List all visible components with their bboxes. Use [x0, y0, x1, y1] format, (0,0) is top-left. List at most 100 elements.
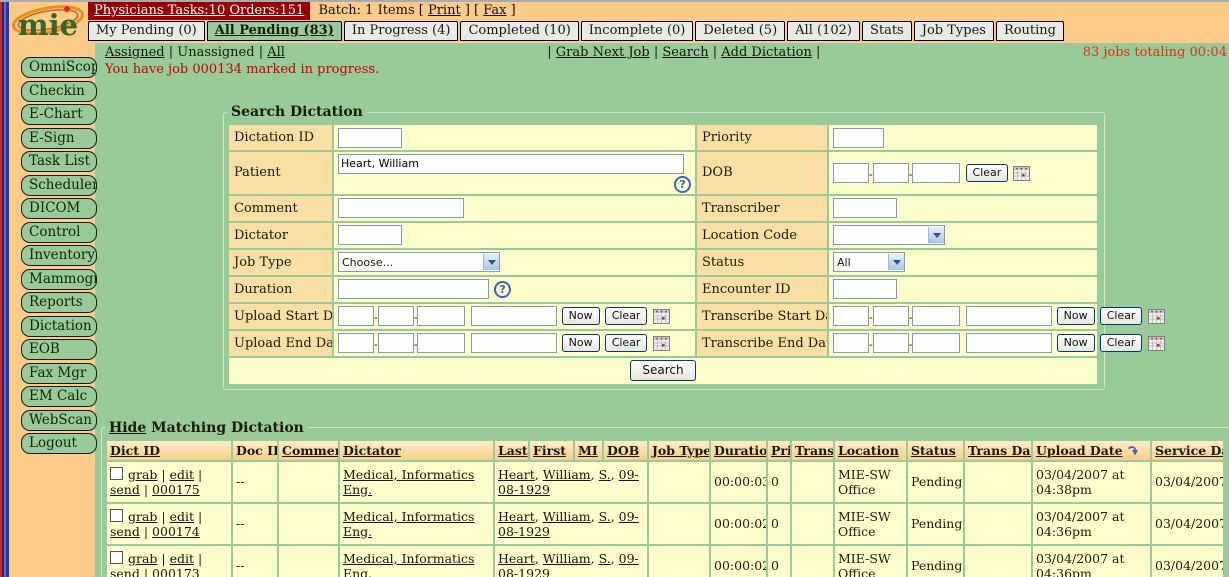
- upload-start-time-input[interactable]: [471, 306, 557, 326]
- upload-end-time-input[interactable]: [471, 333, 557, 353]
- transcribe-end-time-input[interactable]: [966, 333, 1052, 353]
- transcribe-start-now-button[interactable]: Now: [1057, 307, 1095, 325]
- sidebar-item-webscan[interactable]: WebScan: [21, 410, 97, 431]
- sidebar-item-task-list[interactable]: Task List: [21, 151, 97, 172]
- sidebar-item-dicom[interactable]: DICOM: [21, 198, 97, 219]
- upload-start-now-button[interactable]: Now: [562, 307, 600, 325]
- print-link[interactable]: Print: [428, 3, 461, 18]
- job-type-select[interactable]: Choose...: [338, 252, 500, 272]
- patient-last-link[interactable]: Heart: [498, 467, 535, 482]
- upload-start-month-input[interactable]: [338, 306, 374, 326]
- tab-completed-10[interactable]: Completed (10): [460, 21, 578, 41]
- column-header-pri[interactable]: Pri: [768, 441, 790, 460]
- sidebar-item-omniscope[interactable]: OmniScope: [21, 57, 97, 78]
- dict-id-link[interactable]: 000173: [152, 566, 200, 577]
- sidebar-item-fax-mgr[interactable]: Fax Mgr: [21, 363, 97, 384]
- sidebar-item-mammogra[interactable]: Mammogra: [21, 269, 97, 290]
- dictator-input[interactable]: [338, 225, 402, 245]
- row-select-checkbox[interactable]: [110, 509, 123, 522]
- column-header-job-type[interactable]: Job Type: [649, 441, 709, 460]
- sidebar-item-control[interactable]: Control: [21, 222, 97, 243]
- column-header-dob[interactable]: DOB: [604, 441, 647, 460]
- column-header-mi[interactable]: MI: [575, 441, 602, 460]
- row-select-checkbox[interactable]: [110, 551, 123, 564]
- transcribe-start-time-input[interactable]: [966, 306, 1052, 326]
- row-action-send[interactable]: send: [110, 566, 140, 577]
- row-action-send[interactable]: send: [110, 524, 140, 539]
- status-select[interactable]: All: [833, 252, 905, 272]
- column-header-comment[interactable]: Comment: [279, 441, 338, 460]
- column-header-service-date[interactable]: Service Date: [1152, 441, 1223, 460]
- column-header-status[interactable]: Status: [908, 441, 963, 460]
- sidebar-item-inventory[interactable]: Inventory: [21, 245, 97, 266]
- sidebar-item-eob[interactable]: EOB: [21, 339, 97, 360]
- upload-end-month-input[interactable]: [338, 333, 374, 353]
- patient-mi-link[interactable]: S.: [599, 551, 611, 566]
- dictator-link[interactable]: Medical, Informatics Eng.: [343, 467, 474, 497]
- row-action-edit[interactable]: edit: [170, 467, 194, 482]
- upload-start-day-input[interactable]: [378, 306, 414, 326]
- column-header-dictator[interactable]: Dictator: [340, 441, 493, 460]
- upload-end-year-input[interactable]: [417, 333, 465, 353]
- tab-my-pending-0[interactable]: My Pending (0): [88, 21, 205, 41]
- column-header-duration[interactable]: Duration: [711, 441, 766, 460]
- dict-id-link[interactable]: 000175: [152, 482, 200, 497]
- transcribe-start-clear-button[interactable]: Clear: [1100, 307, 1143, 325]
- tab-all-pending-83[interactable]: All Pending (83): [207, 21, 342, 41]
- duration-help-icon[interactable]: ?: [494, 281, 511, 298]
- encounter-id-input[interactable]: [833, 279, 897, 299]
- row-select-checkbox[interactable]: [110, 467, 123, 480]
- row-action-edit[interactable]: edit: [170, 509, 194, 524]
- transcribe-start-calendar-icon[interactable]: [1148, 309, 1165, 324]
- dob-day-input[interactable]: [873, 163, 909, 183]
- dictator-link[interactable]: Medical, Informatics Eng.: [343, 551, 474, 577]
- physicians-tasks-link[interactable]: Physicians Tasks:10: [94, 3, 225, 18]
- patient-mi-link[interactable]: S.: [599, 467, 611, 482]
- dob-calendar-icon[interactable]: [1013, 166, 1030, 181]
- add-dictation-link[interactable]: Add Dictation: [721, 45, 812, 60]
- sort-descending-icon[interactable]: [1127, 445, 1138, 456]
- column-header-dict-id[interactable]: Dict ID: [107, 441, 231, 460]
- dictation-id-input[interactable]: [338, 128, 402, 148]
- patient-help-icon[interactable]: ?: [674, 176, 691, 193]
- comment-input[interactable]: [338, 198, 464, 218]
- duration-input[interactable]: [338, 279, 489, 299]
- sidebar-item-checkin[interactable]: Checkin: [21, 81, 97, 102]
- sidebar-item-e-chart[interactable]: E-Chart: [21, 104, 97, 125]
- transcribe-start-day-input[interactable]: [873, 306, 909, 326]
- filter-all[interactable]: All: [267, 45, 285, 60]
- column-header-trans-date[interactable]: Trans Date: [965, 441, 1031, 460]
- dictator-link[interactable]: Medical, Informatics Eng.: [343, 509, 474, 539]
- tab-incomplete-0[interactable]: Incomplete (0): [581, 21, 694, 41]
- row-action-grab[interactable]: grab: [128, 551, 157, 566]
- priority-input[interactable]: [833, 128, 884, 148]
- row-action-send[interactable]: send: [110, 482, 140, 497]
- transcribe-end-month-input[interactable]: [833, 333, 869, 353]
- tab-deleted-5[interactable]: Deleted (5): [695, 21, 785, 41]
- patient-first-link[interactable]: William: [543, 467, 591, 482]
- patient-last-link[interactable]: Heart: [498, 551, 535, 566]
- tab-routing[interactable]: Routing: [996, 21, 1064, 41]
- sidebar-item-logout[interactable]: Logout: [21, 433, 97, 454]
- row-action-grab[interactable]: grab: [128, 509, 157, 524]
- dob-year-input[interactable]: [912, 163, 960, 183]
- dict-id-link[interactable]: 000174: [152, 524, 200, 539]
- orders-link[interactable]: Orders:151: [229, 3, 304, 18]
- patient-first-link[interactable]: William: [543, 509, 591, 524]
- upload-end-calendar-icon[interactable]: [653, 336, 670, 351]
- search-link[interactable]: Search: [662, 45, 708, 60]
- column-header-trans[interactable]: Trans: [792, 441, 833, 460]
- sidebar-item-reports[interactable]: Reports: [21, 292, 97, 313]
- upload-end-now-button[interactable]: Now: [562, 334, 600, 352]
- upload-start-clear-button[interactable]: Clear: [605, 307, 648, 325]
- tab-in-progress-4[interactable]: In Progress (4): [344, 21, 459, 41]
- transcribe-end-now-button[interactable]: Now: [1057, 334, 1095, 352]
- column-header-last[interactable]: Last: [495, 441, 528, 460]
- column-header-upload-date[interactable]: Upload Date: [1033, 441, 1150, 460]
- patient-last-link[interactable]: Heart: [498, 509, 535, 524]
- sidebar-item-scheduler[interactable]: Scheduler: [21, 175, 97, 196]
- patient-mi-link[interactable]: S.: [599, 509, 611, 524]
- search-button[interactable]: Search: [630, 360, 695, 381]
- transcribe-start-month-input[interactable]: [833, 306, 869, 326]
- transcribe-end-year-input[interactable]: [912, 333, 960, 353]
